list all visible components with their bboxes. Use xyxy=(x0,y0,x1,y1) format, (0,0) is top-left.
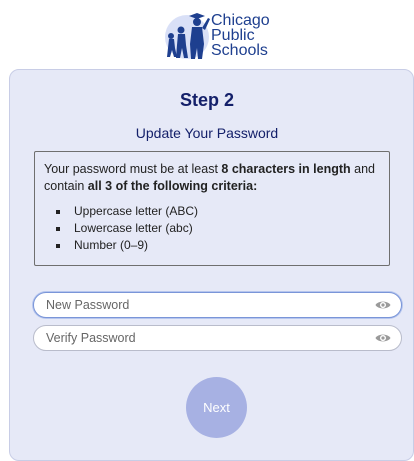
next-button[interactable]: Next xyxy=(186,377,247,438)
verify-password-field xyxy=(33,325,402,351)
eye-icon[interactable] xyxy=(375,331,391,345)
cps-logo-text: Chicago Public Schools xyxy=(211,12,270,59)
criteria-intro-prefix: Your password must be at least xyxy=(44,162,222,176)
criteria-length: 8 characters in length xyxy=(221,162,351,176)
criteria-item-lowercase: Lowercase letter (abc) xyxy=(70,220,379,237)
verify-password-input[interactable] xyxy=(44,329,364,347)
criteria-list: Uppercase letter (ABC) Lowercase letter … xyxy=(44,203,379,254)
criteria-item-number: Number (0–9) xyxy=(70,237,379,254)
page-subtitle: Update Your Password xyxy=(135,125,279,141)
criteria-intro: Your password must be at least 8 charact… xyxy=(44,161,379,195)
cps-logo-icon xyxy=(165,13,210,59)
password-criteria-box: Your password must be at least 8 charact… xyxy=(34,151,390,266)
new-password-input[interactable] xyxy=(44,296,364,314)
criteria-item-uppercase: Uppercase letter (ABC) xyxy=(70,203,379,220)
step-title: Step 2 xyxy=(179,90,235,110)
criteria-count: all 3 of the following criteria: xyxy=(87,179,258,193)
new-password-field xyxy=(33,292,402,318)
logo-line-3: Schools xyxy=(211,42,268,59)
eye-icon[interactable] xyxy=(375,298,391,312)
logo-line-1: Chicago xyxy=(211,12,270,29)
cps-logo: Chicago Public Schools xyxy=(160,6,310,64)
logo-line-2: Public xyxy=(211,27,255,44)
